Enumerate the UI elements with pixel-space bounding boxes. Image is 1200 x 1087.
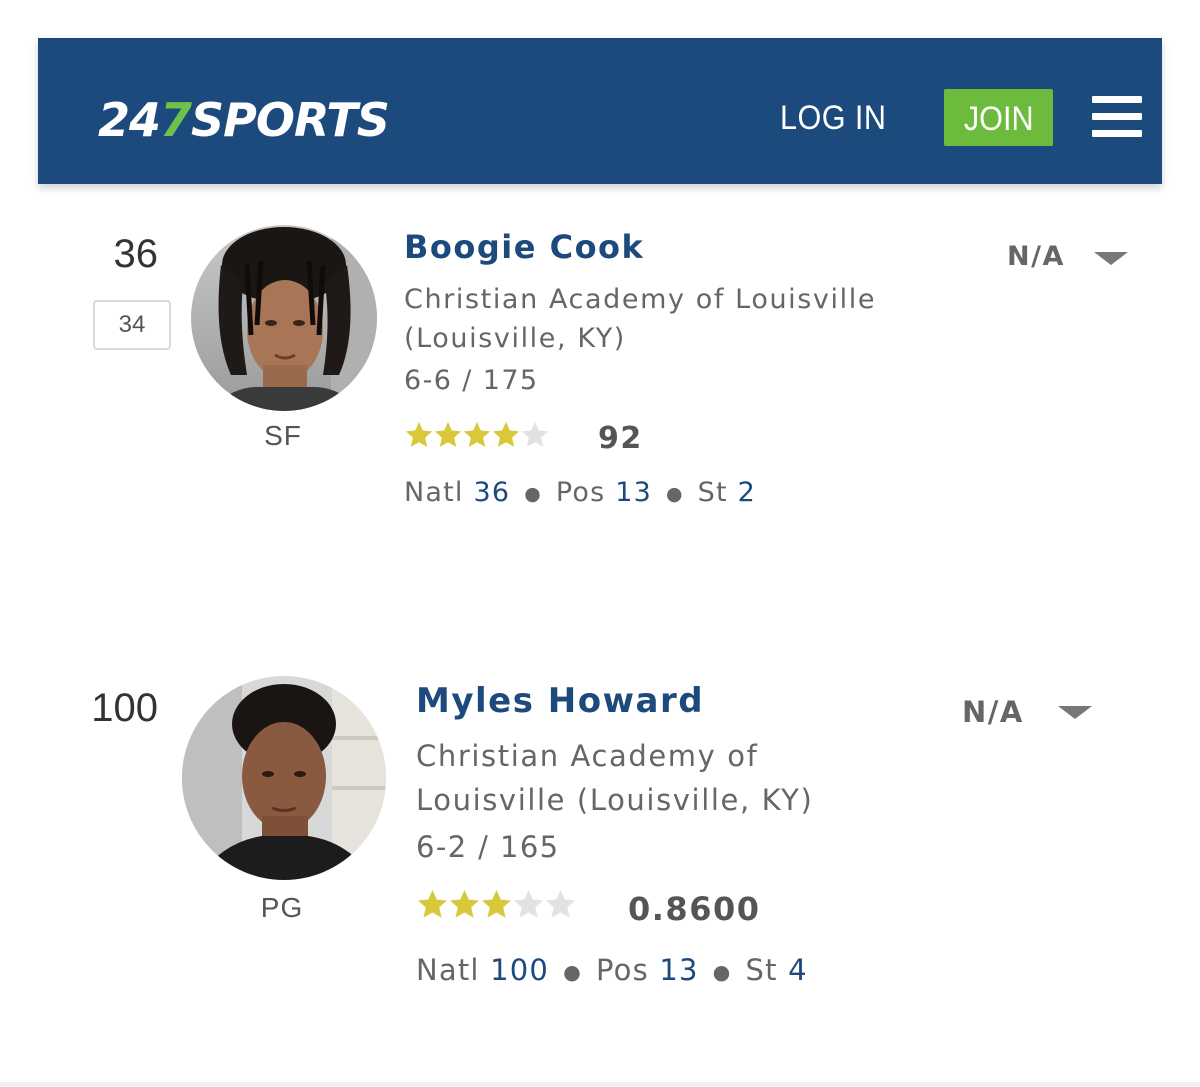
st-rank-link[interactable]: 2: [738, 477, 756, 508]
natl-label: Natl: [416, 953, 480, 987]
player-photo-image: [182, 676, 386, 880]
site-header: 247SPORTS LOG IN JOIN: [38, 38, 1162, 184]
star-empty-icon: [514, 890, 543, 918]
natl-rank-link[interactable]: 36: [473, 477, 510, 508]
logo-seven: 7: [160, 93, 192, 147]
player-school: Christian Academy of Louisville (Louisvi…: [404, 280, 876, 358]
player-position: PG: [260, 892, 304, 923]
player-position: SF: [264, 420, 302, 451]
player-name-link[interactable]: Myles Howard: [416, 681, 704, 721]
school-name-line1: Christian Academy of Louisville: [404, 284, 877, 315]
pos-rank-link[interactable]: 13: [659, 953, 698, 987]
star-rating: [404, 420, 549, 450]
pos-label: Pos: [555, 477, 606, 508]
star-empty-icon: [546, 890, 575, 918]
login-link[interactable]: LOG IN: [780, 96, 886, 140]
school-name-line2: Louisville (Louisville, KY): [416, 783, 814, 817]
hamburger-menu-icon[interactable]: [1092, 96, 1142, 138]
star-empty-icon: [521, 421, 549, 447]
page: 247SPORTS LOG IN JOIN 36 34 SF Boogie Co…: [0, 0, 1200, 1087]
logo-suffix: SPORTS: [191, 93, 390, 147]
separator-dot: ●: [563, 960, 582, 984]
commit-status[interactable]: N/A: [1007, 241, 1065, 272]
pos-label: Pos: [595, 953, 649, 987]
separator-dot: ●: [665, 482, 684, 505]
player-rank: 100: [91, 686, 158, 730]
star-filled-icon: [405, 421, 433, 447]
player-photo-image: [191, 225, 377, 411]
player-measurements: 6-2 / 165: [416, 830, 560, 864]
pos-rank-link[interactable]: 13: [615, 477, 652, 508]
st-label: St: [745, 953, 778, 987]
previous-rank-badge: 34: [93, 300, 171, 350]
star-filled-icon: [482, 890, 511, 918]
star-filled-icon: [418, 890, 447, 918]
player-avatar[interactable]: [182, 676, 386, 880]
player-school: Christian Academy of Louisville (Louisvi…: [416, 734, 813, 822]
logo-prefix: 24: [98, 93, 161, 147]
st-label: St: [697, 477, 728, 508]
player-measurements: 6-6 / 175: [404, 365, 539, 396]
commit-status[interactable]: N/A: [962, 695, 1024, 729]
separator-dot: ●: [712, 960, 732, 984]
natl-label: Natl: [404, 477, 464, 508]
join-button[interactable]: JOIN: [944, 89, 1053, 146]
player-rankings: Natl 36 ● Pos 13 ● St 2: [404, 477, 756, 508]
star-filled-icon: [450, 890, 479, 918]
player-rankings: Natl 100 ● Pos 13 ● St 4: [416, 953, 808, 987]
star-filled-icon: [434, 421, 462, 447]
player-rank: 36: [113, 232, 159, 276]
chevron-down-icon[interactable]: [1058, 706, 1092, 719]
player-avatar[interactable]: [191, 225, 377, 411]
player-rating: 92: [598, 421, 643, 456]
player-name-link[interactable]: Boogie Cook: [404, 228, 644, 266]
school-name-line2: (Louisville, KY): [404, 323, 626, 355]
star-filled-icon: [492, 421, 520, 447]
natl-rank-link[interactable]: 100: [490, 953, 549, 987]
player-rating: 0.8600: [628, 890, 761, 928]
separator-dot: ●: [524, 482, 542, 505]
star-filled-icon: [463, 421, 491, 447]
join-button-label: JOIN: [963, 100, 1034, 138]
divider: [0, 1082, 1200, 1087]
st-rank-link[interactable]: 4: [788, 953, 808, 987]
site-logo[interactable]: 247SPORTS: [98, 90, 390, 150]
star-rating: [416, 888, 576, 921]
school-name-line1: Christian Academy of: [416, 739, 759, 773]
chevron-down-icon[interactable]: [1094, 252, 1128, 265]
